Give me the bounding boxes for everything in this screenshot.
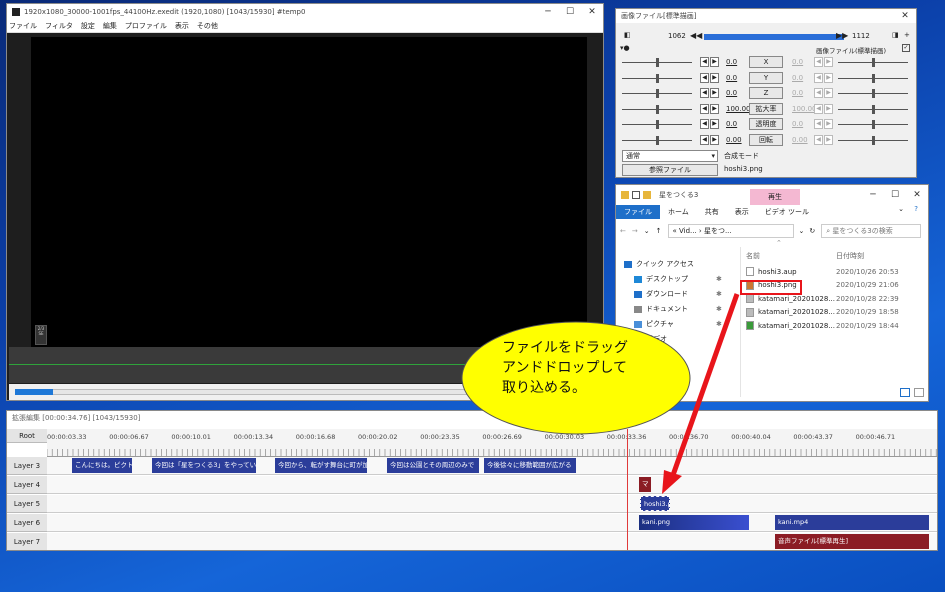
drag-arrow-head bbox=[662, 470, 682, 494]
callout-line-1: ファイルをドラッグ bbox=[502, 340, 628, 356]
callout-line-3: 取り込める。 bbox=[502, 380, 586, 396]
callout-text: ファイルをドラッグ アンドドロップして 取り込める。 bbox=[502, 338, 672, 398]
callout-line-2: アンドドロップして bbox=[502, 360, 628, 376]
annotation-overlay bbox=[461, 293, 740, 494]
